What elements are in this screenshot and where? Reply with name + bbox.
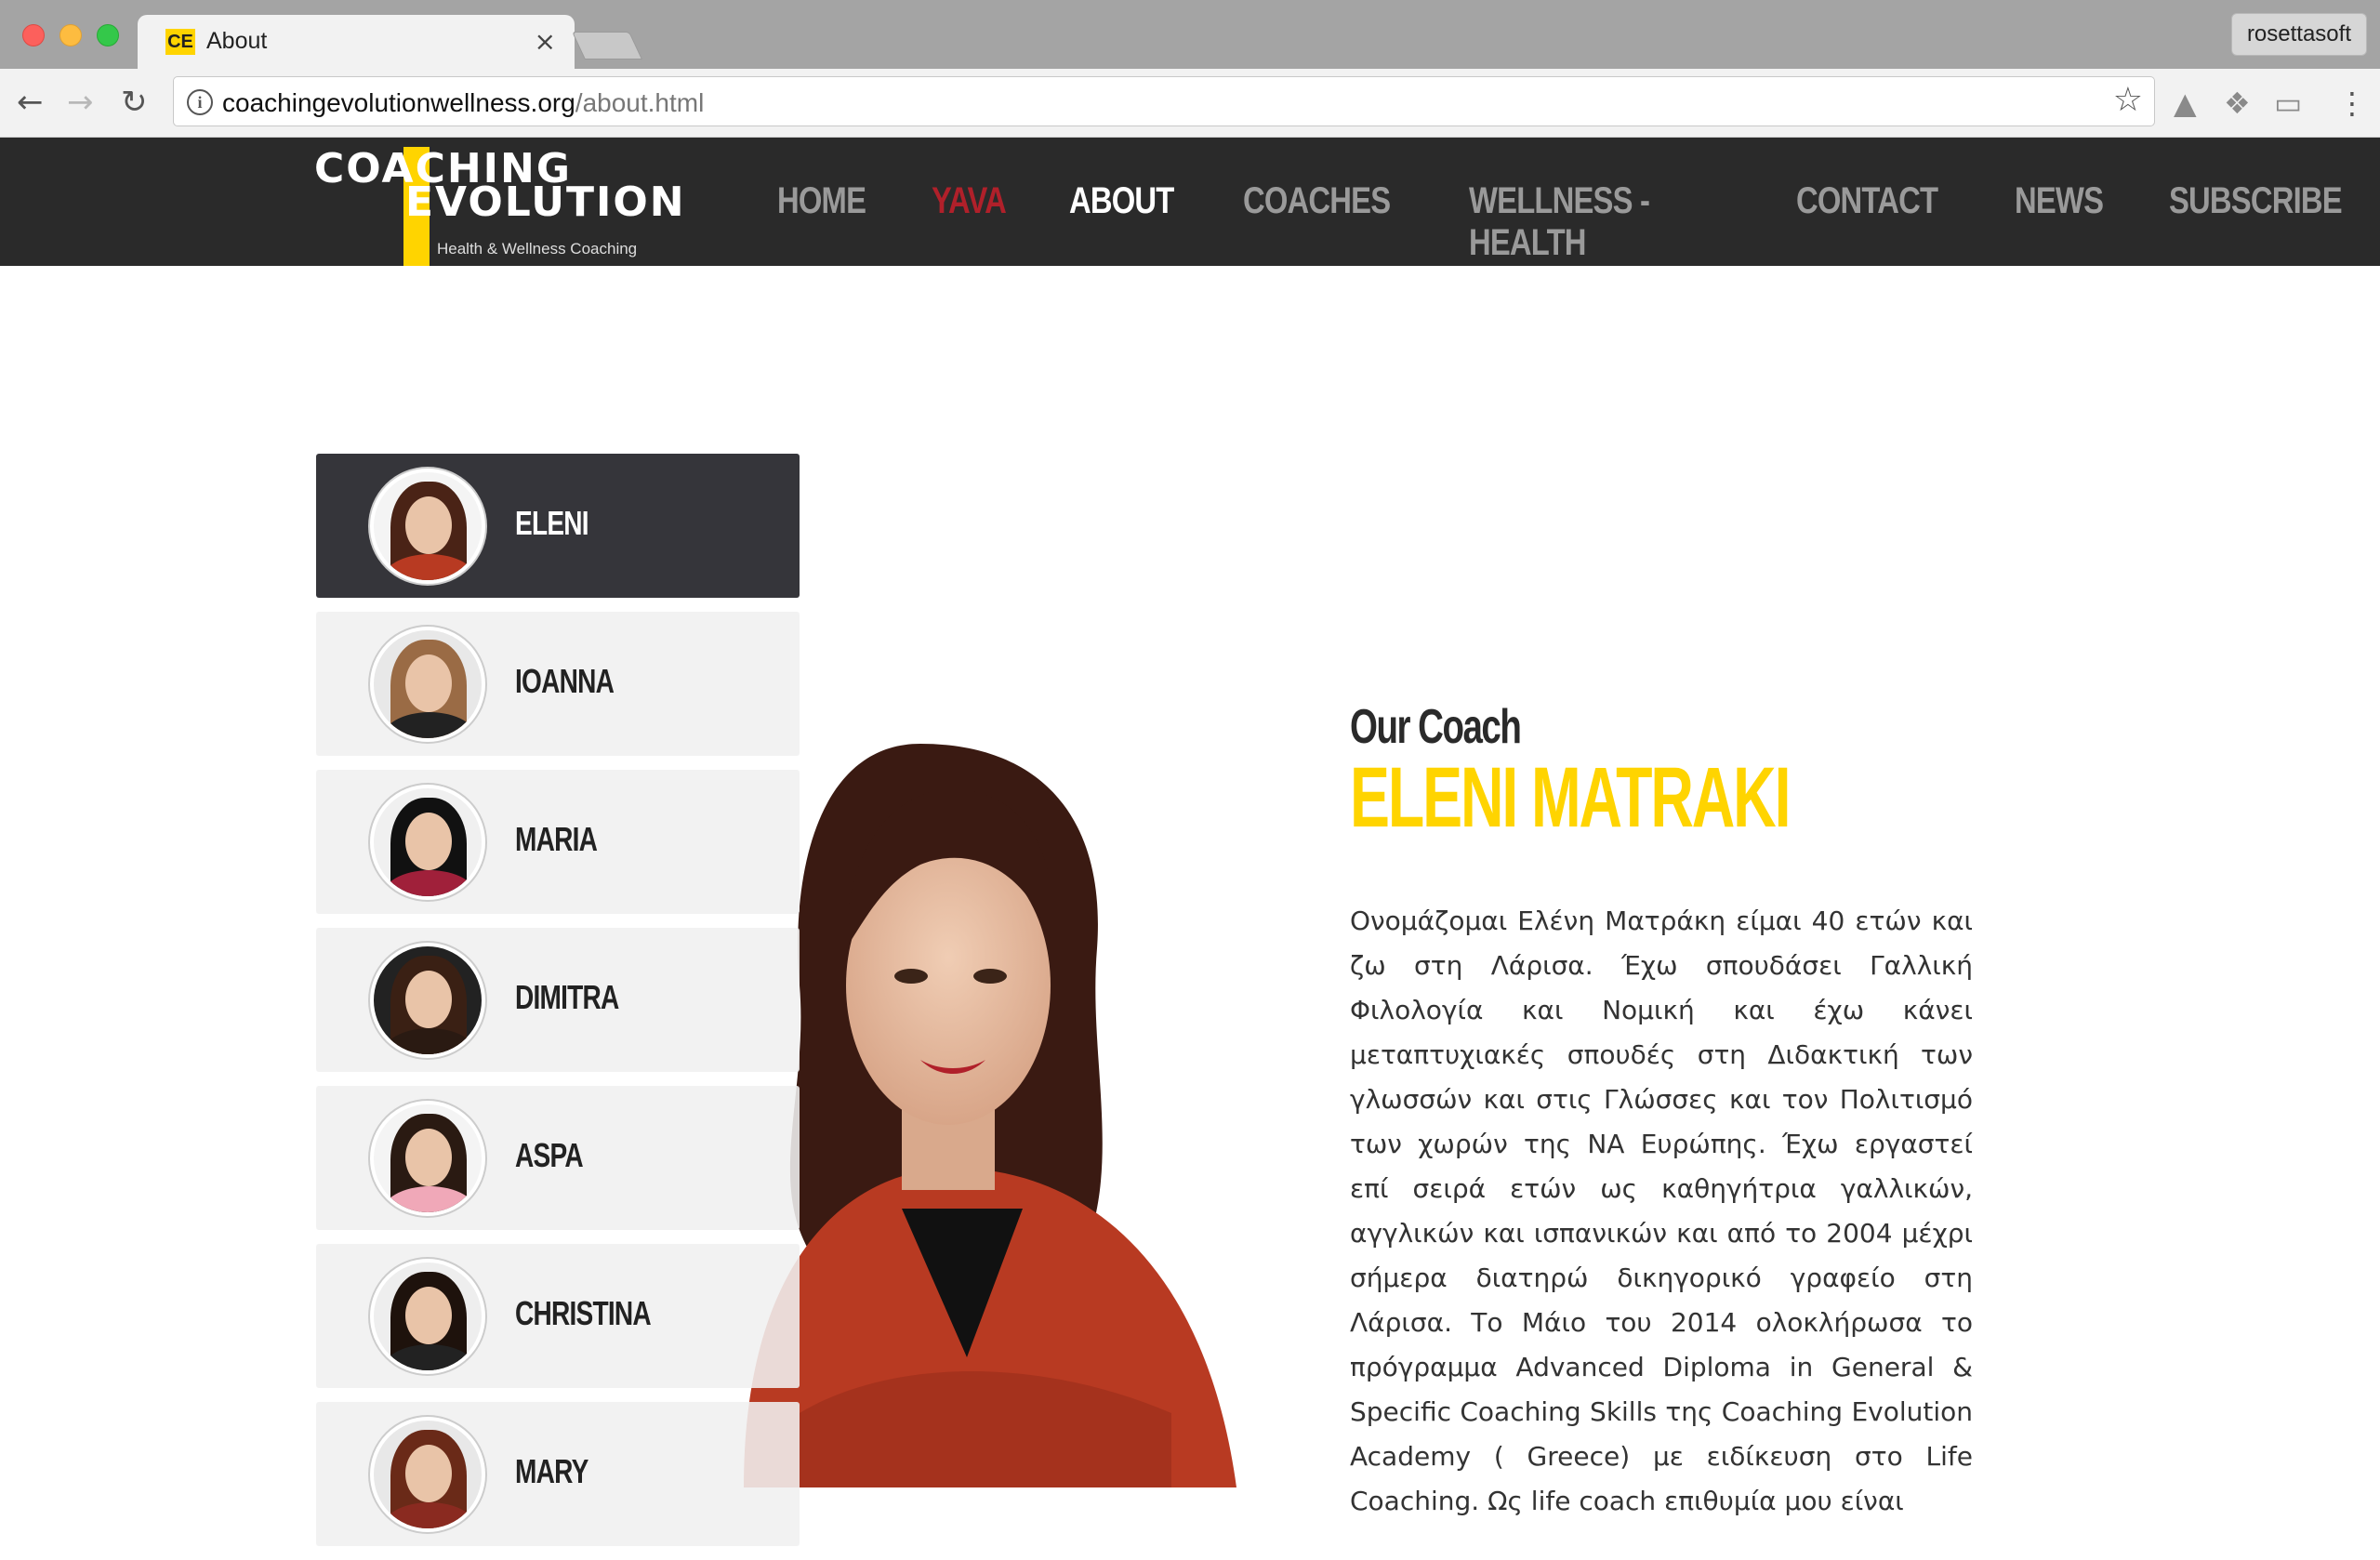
tab-about[interactable]: CE About × bbox=[138, 15, 575, 69]
coach-name: MARY bbox=[515, 1452, 588, 1490]
url-path: /about.html bbox=[575, 88, 705, 117]
coach-name: ASPA bbox=[515, 1136, 584, 1174]
nav-yava[interactable]: YAVA bbox=[932, 180, 1007, 264]
profile-button[interactable]: rosettasoft bbox=[2230, 13, 2367, 56]
nav-home[interactable]: HOME bbox=[777, 180, 866, 264]
minimize-window-button[interactable] bbox=[60, 24, 82, 46]
bookmark-star-icon[interactable]: ☆ bbox=[2113, 81, 2143, 119]
avatar bbox=[370, 627, 485, 742]
maximize-window-button[interactable] bbox=[97, 24, 119, 46]
logo-line2: EVOLUTION bbox=[405, 178, 686, 226]
nav-contact[interactable]: CONTACT bbox=[1796, 180, 1938, 264]
nav-wellness-health[interactable]: WELLNESS - HEALTH bbox=[1469, 180, 1699, 264]
coach-item-christina[interactable]: CHRISTINA bbox=[316, 1244, 800, 1388]
forward-arrow-icon[interactable]: → bbox=[67, 84, 94, 121]
nav-subscribe[interactable]: SUBSCRIBE bbox=[2169, 180, 2343, 264]
avatar bbox=[370, 1417, 485, 1532]
close-window-button[interactable] bbox=[22, 24, 45, 46]
avatar bbox=[370, 1259, 485, 1374]
site-favicon-icon: CE bbox=[165, 29, 195, 55]
coach-item-eleni[interactable]: ELENI bbox=[316, 454, 800, 598]
site-header: COACHING EVOLUTION Health & Wellness Coa… bbox=[0, 138, 2380, 266]
reload-icon[interactable]: ↻ bbox=[121, 84, 148, 121]
coach-name: CHRISTINA bbox=[515, 1294, 652, 1332]
avatar bbox=[370, 785, 485, 900]
url-text[interactable]: coachingevolutionwellness.org/about.html bbox=[222, 88, 704, 118]
logo-tagline: Health & Wellness Coaching bbox=[437, 240, 638, 258]
extension-icon[interactable]: ❖ bbox=[2224, 86, 2251, 121]
coach-item-aspa[interactable]: ASPA bbox=[316, 1086, 800, 1230]
tab-title: About bbox=[206, 28, 268, 54]
site-info-icon[interactable]: i bbox=[187, 89, 213, 115]
nav-coaches[interactable]: COACHES bbox=[1243, 180, 1391, 264]
new-tab-button[interactable] bbox=[572, 32, 642, 59]
nav-about[interactable]: ABOUT bbox=[1069, 180, 1174, 264]
nav-news[interactable]: NEWS bbox=[2015, 180, 2104, 264]
avatar bbox=[370, 1101, 485, 1216]
avatar bbox=[370, 469, 485, 584]
coach-item-dimitra[interactable]: DIMITRA bbox=[316, 928, 800, 1072]
coach-name: MARIA bbox=[515, 820, 598, 858]
coach-list: ELENI IOANNA MARIA DIMITRA ASPA CHRISTIN… bbox=[316, 454, 800, 1560]
cast-icon[interactable]: ▭ bbox=[2274, 86, 2302, 121]
close-tab-icon[interactable]: × bbox=[535, 26, 556, 57]
coach-item-ioanna[interactable]: IOANNA bbox=[316, 612, 800, 756]
coach-item-maria[interactable]: MARIA bbox=[316, 770, 800, 914]
coach-item-mary[interactable]: MARY bbox=[316, 1402, 800, 1546]
drive-extension-icon[interactable]: ▲ bbox=[2174, 86, 2197, 121]
bio-coach-name: ELENI MATRAKI bbox=[1350, 750, 1791, 845]
coach-name: ELENI bbox=[515, 504, 589, 542]
coach-name: IOANNA bbox=[515, 662, 615, 700]
avatar bbox=[370, 943, 485, 1058]
coach-bio: Our Coach ELENI MATRAKI Ονομάζομαι Ελένη… bbox=[1350, 699, 1973, 1524]
address-bar[interactable]: i coachingevolutionwellness.org/about.ht… bbox=[173, 76, 2155, 126]
url-domain: coachingevolutionwellness.org bbox=[222, 88, 575, 117]
browser-toolbar: ← → ↻ i coachingevolutionwellness.org/ab… bbox=[0, 69, 2380, 138]
main-nav: HOME YAVA ABOUT COACHES WELLNESS - HEALT… bbox=[777, 180, 2380, 264]
bio-subtitle: Our Coach bbox=[1350, 700, 1522, 754]
browser-menu-icon[interactable]: ⋮ bbox=[2337, 86, 2367, 121]
site-logo[interactable]: COACHING EVOLUTION Health & Wellness Coa… bbox=[314, 138, 684, 266]
bio-text: Ονομάζομαι Ελένη Ματράκη είμαι 40 ετών κ… bbox=[1350, 906, 1973, 1516]
back-arrow-icon[interactable]: ← bbox=[17, 84, 44, 121]
coach-name: DIMITRA bbox=[515, 978, 619, 1016]
browser-tabstrip: CE About × rosettasoft bbox=[0, 0, 2380, 69]
